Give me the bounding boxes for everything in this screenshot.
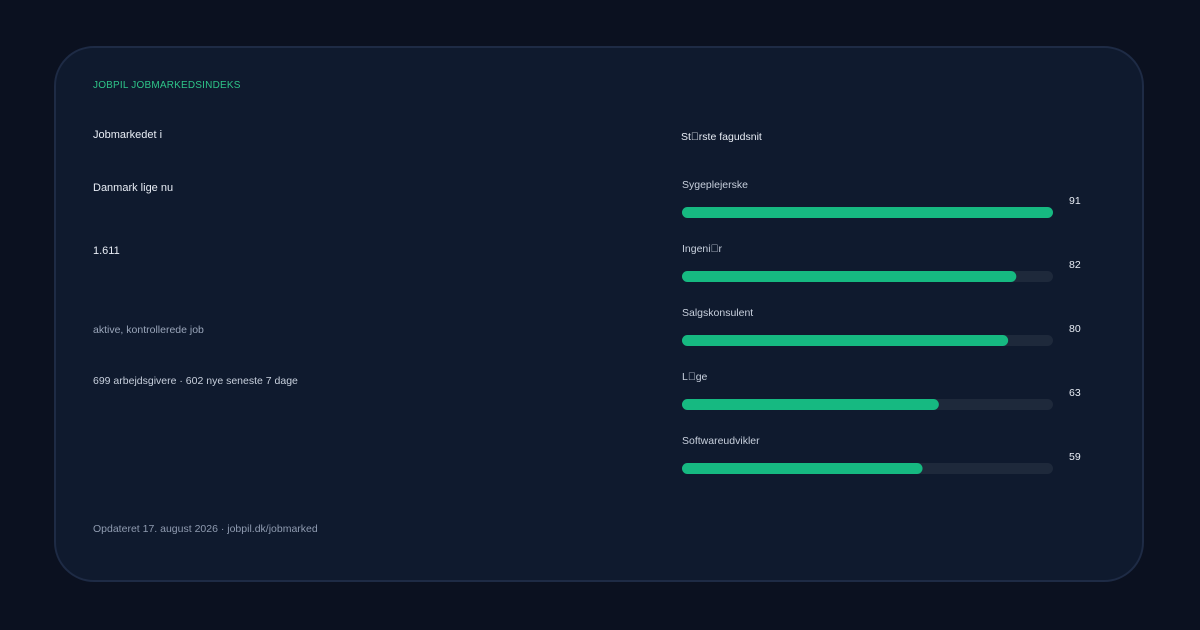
- bar-label: L ge: [682, 371, 708, 383]
- index-card: JOBPIL JOBMARKEDSINDEKS Jobmarkedet i Da…: [54, 46, 1144, 582]
- bar: [682, 207, 1053, 218]
- bar-value-label: 80: [1069, 323, 1081, 335]
- bar-value-label: 82: [1069, 259, 1081, 271]
- bar-value-label: 63: [1069, 387, 1081, 399]
- bar-label: Softwareudvikler: [682, 435, 760, 447]
- bar-label: Ingeni r: [682, 243, 722, 255]
- bar: [682, 271, 1017, 282]
- bar: [682, 399, 939, 410]
- bar-label: Salgskonsulent: [682, 307, 753, 319]
- bar: [682, 335, 1009, 346]
- bar-label: Sygeplejerske: [682, 179, 748, 191]
- category-bar-chart: Sygeplejerske 91 Ingeni r 82 Salgskonsulent 8…: [682, 179, 1081, 474]
- bar-value-label: 59: [1069, 451, 1081, 463]
- bar-value-label: 91: [1069, 195, 1081, 207]
- bar: [682, 463, 923, 474]
